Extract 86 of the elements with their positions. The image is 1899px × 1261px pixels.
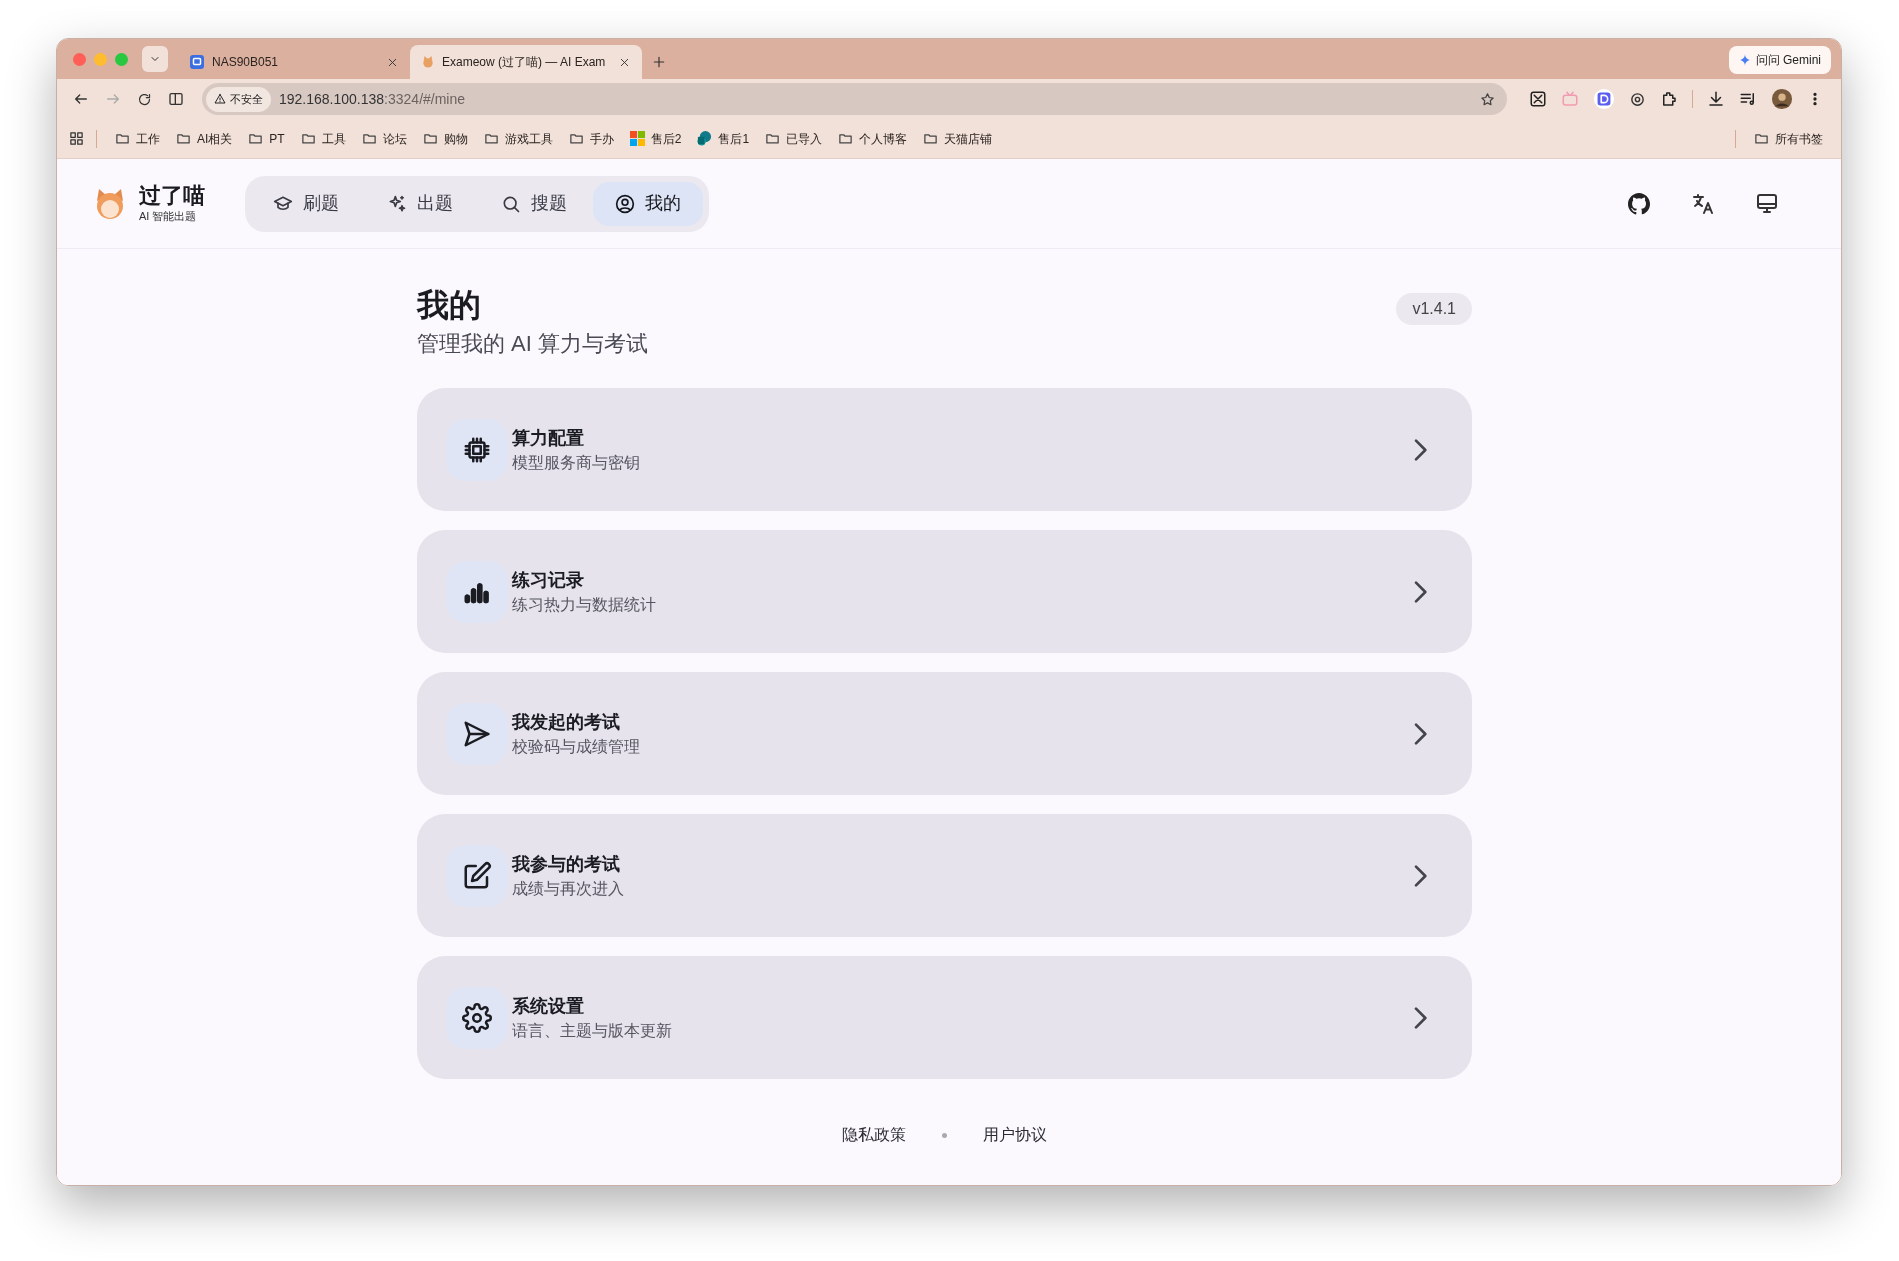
folder-icon	[838, 131, 854, 146]
bookmark-item[interactable]: 购物	[416, 124, 474, 153]
bookmark-item[interactable]: 游戏工具	[477, 124, 559, 153]
app-icon	[190, 55, 204, 69]
download-icon[interactable]	[1707, 90, 1725, 108]
nav-tab[interactable]: 刷题	[251, 181, 361, 226]
menu-card[interactable]: 我发起的考试 校验码与成绩管理	[417, 672, 1472, 795]
nav-tab[interactable]: 我的	[593, 181, 703, 226]
edit-icon	[462, 860, 492, 891]
card-subtitle: 练习热力与数据统计	[512, 594, 657, 615]
puzzle-icon[interactable]	[1660, 90, 1678, 108]
bookmark-item[interactable]: 论坛	[355, 124, 413, 153]
browser-tab[interactable]: Exameow (过了喵) — AI Exam	[410, 45, 642, 79]
menu-card[interactable]: 系统设置 语言、主题与版本更新	[417, 956, 1472, 1079]
menu-card[interactable]: 算力配置 模型服务商与密钥	[417, 388, 1472, 511]
address-bar[interactable]: 不安全 192.168.100.138:3324/#/mine	[202, 83, 1507, 115]
menu-card[interactable]: 练习记录 练习热力与数据统计	[417, 530, 1472, 653]
page-subtitle: 管理我的 AI 算力与考试	[417, 330, 648, 358]
tab-title: Exameow (过了喵) — AI Exam	[442, 54, 607, 71]
monitor-icon[interactable]	[1755, 191, 1779, 216]
card-subtitle: 语言、主题与版本更新	[512, 1020, 673, 1041]
version-badge: v1.4.1	[1396, 293, 1472, 325]
card-title: 练习记录	[512, 568, 585, 592]
sparkles-icon	[387, 193, 407, 214]
folder-icon	[422, 131, 438, 146]
warning-icon	[214, 93, 226, 105]
bookmark-item[interactable]: 所有书签	[1748, 129, 1829, 148]
bookmark-item[interactable]: 工作	[109, 124, 166, 153]
card-subtitle: 模型服务商与密钥	[512, 452, 641, 473]
gear-icon	[462, 1002, 492, 1033]
folder-icon	[248, 131, 264, 146]
folder-icon	[568, 131, 584, 146]
bookmark-item[interactable]: 售后2	[623, 124, 688, 153]
star-icon[interactable]	[1480, 91, 1495, 107]
card-title: 算力配置	[512, 426, 585, 450]
apps-icon[interactable]	[69, 131, 84, 146]
folder-icon	[923, 131, 939, 146]
tiles-icon	[629, 131, 645, 146]
new-tab-icon[interactable]	[652, 55, 666, 69]
folder-icon	[361, 131, 377, 146]
bookmark-item[interactable]: 工具	[294, 124, 352, 153]
bookmark-item[interactable]: PT	[242, 124, 291, 153]
close-icon[interactable]	[387, 56, 398, 68]
footer-link[interactable]: 用户协议	[983, 1123, 1047, 1147]
tab-title: NAS90B051	[212, 54, 280, 71]
cat-icon	[422, 56, 434, 68]
page-title: 我的	[417, 286, 482, 325]
github-icon[interactable]	[1627, 191, 1651, 216]
extension-icon[interactable]	[1593, 88, 1615, 110]
folder-icon	[483, 131, 499, 146]
avatar-icon[interactable]	[1771, 88, 1793, 110]
bookmark-item[interactable]: 售后1	[691, 124, 756, 153]
playlist-icon[interactable]	[1739, 90, 1757, 108]
translate-icon[interactable]	[1691, 191, 1715, 216]
folder-icon	[176, 131, 191, 146]
menu-card[interactable]: 我参与的考试 成绩与再次进入	[417, 814, 1472, 937]
card-subtitle: 校验码与成绩管理	[512, 736, 641, 757]
nav-tab[interactable]: 出题	[365, 181, 475, 226]
bookmark-item[interactable]: 个人博客	[832, 124, 914, 153]
folder-icon	[115, 131, 130, 146]
card-title: 我发起的考试	[512, 710, 621, 734]
reload-icon[interactable]	[137, 91, 152, 107]
brand-tagline: AI 智能出题	[139, 211, 198, 222]
folder-icon	[765, 131, 781, 146]
url-host: 192.168.100.138	[279, 90, 385, 107]
bookmark-item[interactable]: 已导入	[759, 124, 829, 153]
sparkle-icon	[1738, 54, 1751, 66]
card-subtitle: 成绩与再次进入	[512, 878, 625, 899]
user-circle-icon	[615, 193, 635, 214]
url-path: :3324/#/mine	[384, 90, 466, 107]
bookmark-item[interactable]: 手办	[562, 124, 620, 153]
bookmark-item[interactable]: AI相关	[170, 124, 239, 153]
security-chip[interactable]: 不安全	[206, 86, 271, 112]
back-icon[interactable]	[73, 91, 89, 107]
card-title: 我参与的考试	[512, 852, 621, 876]
brand-name: 过了喵	[139, 185, 205, 207]
folder-icon	[1754, 131, 1769, 146]
footer-link[interactable]: 隐私政策	[842, 1123, 906, 1147]
close-icon[interactable]	[619, 56, 630, 68]
nav-tab[interactable]: 搜题	[479, 181, 589, 226]
split-view-icon[interactable]	[168, 91, 184, 107]
gemini-button[interactable]: 问问 Gemini	[1728, 46, 1831, 74]
bookmark-item[interactable]: 天猫店铺	[917, 124, 999, 153]
browser-tab[interactable]: NAS90B051	[178, 45, 410, 79]
folder-icon	[300, 131, 316, 146]
card-title: 系统设置	[512, 994, 585, 1018]
